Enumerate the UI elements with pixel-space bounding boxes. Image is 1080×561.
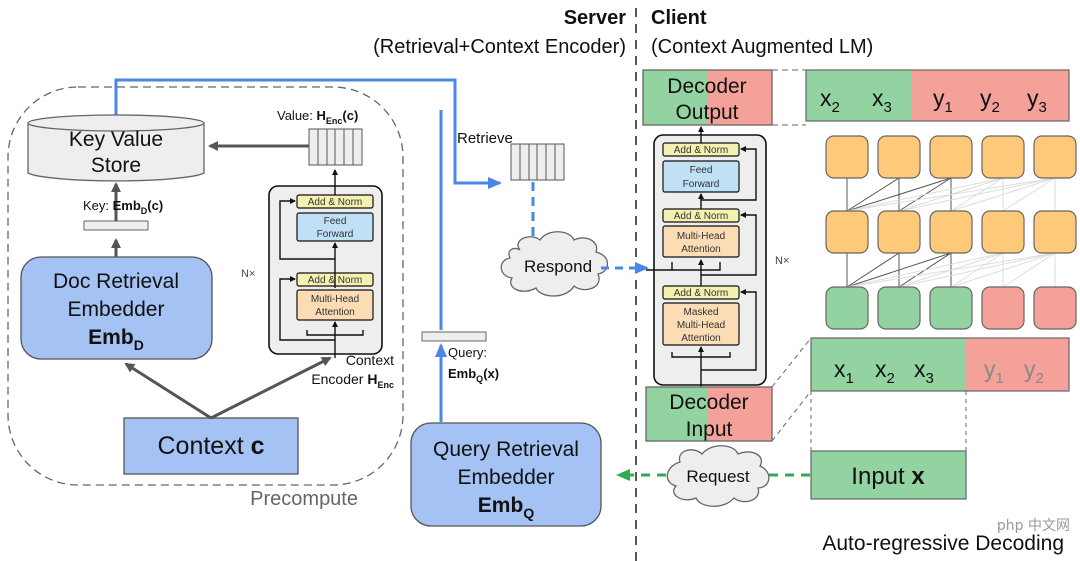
grid-node: [825, 286, 869, 330]
decoder-nx-label: N×: [775, 255, 789, 267]
key-value-store: Key Value Store: [27, 114, 205, 182]
grid-node: [981, 286, 1025, 330]
decoder-output-box: Decoder Output: [642, 69, 773, 126]
svg-text:Feed: Feed: [324, 216, 347, 227]
svg-text:Output: Output: [675, 101, 738, 124]
svg-text:Add & Norm: Add & Norm: [674, 145, 728, 156]
svg-text:Embedder: Embedder: [458, 466, 555, 489]
watermark: php 中文网: [997, 518, 1070, 534]
grid-node: [981, 210, 1025, 254]
context-to-doc-arrow: [124, 362, 212, 420]
grid-node: [929, 286, 973, 330]
svg-text:Add & Norm: Add & Norm: [674, 211, 728, 222]
client-subtitle: (Context Augmented LM): [651, 36, 873, 58]
request-cloud: Request: [666, 445, 770, 507]
attention-edge: [846, 177, 1004, 212]
grid-node: [1033, 286, 1077, 330]
output-token-strip: x2 x3 y1 y2 y3: [805, 69, 1070, 122]
attention-edge: [1002, 177, 1056, 212]
svg-text:Input: Input: [686, 418, 733, 441]
svg-text:Add & Norm: Add & Norm: [308, 197, 362, 208]
respond-cloud: Respond: [500, 231, 609, 297]
client-title: Client: [651, 7, 707, 29]
grid-node: [877, 286, 921, 330]
attention-edge: [846, 252, 1004, 288]
svg-text:Decoder: Decoder: [667, 75, 746, 98]
grid-node: [981, 135, 1025, 179]
retrieve-label: Retrieve: [457, 130, 513, 147]
query-label-line2: EmbQ(x): [448, 366, 499, 384]
attention-edge: [846, 177, 900, 212]
kv-store-line2: Store: [91, 154, 141, 177]
svg-text:Feed: Feed: [690, 165, 713, 176]
query-retrieval-embedder: Query Retrieval Embedder EmbQ: [410, 422, 602, 527]
svg-text:Request: Request: [686, 467, 750, 486]
attention-edge: [898, 252, 1056, 288]
grid-node: [929, 210, 973, 254]
svg-text:Attention: Attention: [681, 333, 720, 344]
attention-edge: [898, 177, 1056, 212]
svg-text:Add & Norm: Add & Norm: [674, 288, 728, 299]
svg-text:Query Retrieval: Query Retrieval: [433, 438, 579, 461]
encoder-h-label: Encoder HEnc: [311, 371, 394, 390]
attention-edge: [846, 252, 900, 288]
grid-node: [877, 210, 921, 254]
grid-node: [1033, 210, 1077, 254]
svg-text:Embedder: Embedder: [68, 298, 165, 321]
server-title: Server: [564, 7, 626, 29]
autoregressive-caption: Auto-regressive Decoding: [822, 532, 1064, 555]
value-vector: [308, 128, 363, 166]
encoder-nx-label: N×: [241, 268, 255, 280]
svg-text:Doc Retrieval: Doc Retrieval: [53, 270, 179, 293]
svg-text:Decoder: Decoder: [669, 391, 748, 414]
key-label: Key: EmbD(c): [83, 198, 163, 216]
query-vector: [421, 331, 487, 342]
autoregressive-attention-grid: [825, 135, 1077, 330]
server-subtitle: (Retrieval+Context Encoder): [373, 36, 626, 58]
decoder-block: Add & Norm Feed Forward Add & Norm Multi…: [646, 126, 767, 390]
context-encoder-block: Add & Norm Feed Forward Add & Norm Multi…: [268, 169, 383, 358]
context-label: Context c: [157, 432, 264, 460]
grid-node: [825, 210, 869, 254]
decoder-input-box: Decoder Input: [645, 386, 773, 442]
svg-text:Respond: Respond: [524, 257, 592, 276]
value-label: Value: HEnc(c): [277, 108, 358, 126]
svg-text:Multi-Head: Multi-Head: [677, 320, 725, 331]
svg-text:Multi-Head: Multi-Head: [311, 294, 359, 305]
grid-node: [1033, 135, 1077, 179]
grid-node: [877, 135, 921, 179]
svg-text:Forward: Forward: [683, 179, 720, 190]
kv-store-line1: Key Value: [69, 128, 163, 151]
svg-text:Attention: Attention: [315, 307, 354, 318]
grid-node: [825, 135, 869, 179]
context-to-encoder-arrow: [210, 356, 332, 420]
svg-text:Multi-Head: Multi-Head: [677, 231, 725, 242]
precompute-label: Precompute: [250, 488, 358, 510]
diagram: Server (Retrieval+Context Encoder) Clien…: [7, 7, 1077, 561]
key-vector: [83, 220, 149, 231]
svg-text:Attention: Attention: [681, 244, 720, 255]
attention-edge: [1002, 252, 1056, 288]
query-label-line1: Query:: [448, 345, 487, 360]
input-x-label: Input x: [851, 463, 925, 490]
svg-text:Masked: Masked: [683, 307, 718, 318]
svg-text:Forward: Forward: [317, 229, 354, 240]
doc-retrieval-embedder: Doc Retrieval Embedder EmbD: [20, 256, 213, 360]
retrieved-vector: [510, 143, 565, 181]
grid-node: [929, 135, 973, 179]
input-token-strip: x1 x2 x3 y1 y2: [810, 337, 1070, 392]
encoder-context-label: Context: [346, 352, 394, 368]
